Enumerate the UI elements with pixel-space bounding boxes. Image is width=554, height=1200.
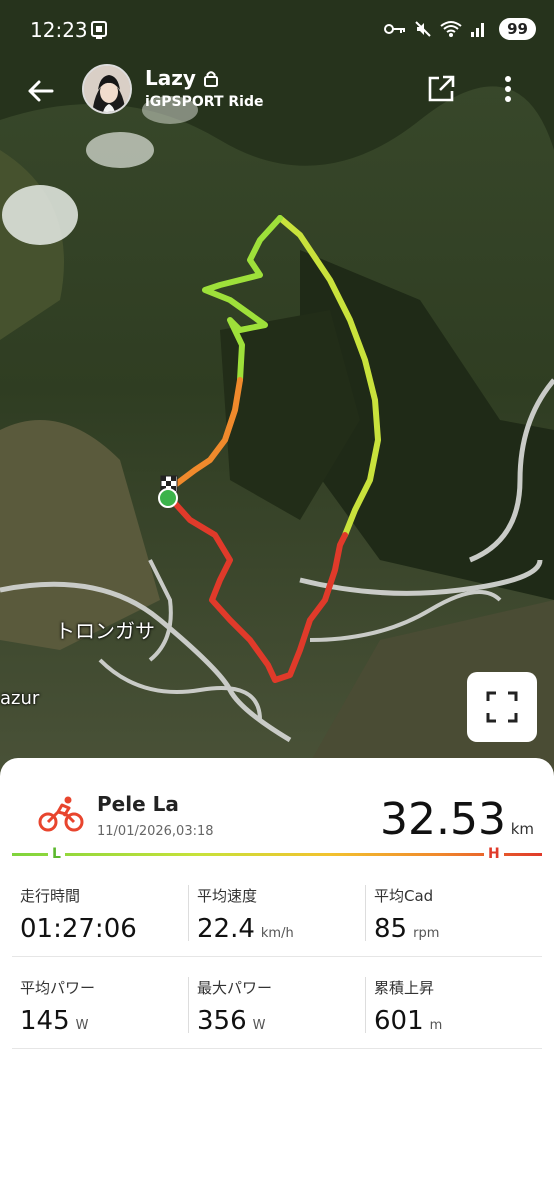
divider (188, 885, 189, 941)
activity-screen: トロンガサ azur 12:23 99 Lazy iGPSPORT Ride P… (0, 0, 554, 1200)
divider (365, 885, 366, 941)
key-icon (384, 24, 405, 34)
distance-value: 32.53 (380, 794, 506, 845)
app-header: Lazy iGPSPORT Ride (0, 60, 554, 120)
stat-label: 最大パワー (197, 979, 273, 997)
stat-value: 601 (374, 1006, 424, 1036)
share-button[interactable] (426, 74, 456, 104)
stat-label: 平均パワー (20, 979, 96, 997)
fullscreen-icon (486, 691, 518, 723)
lock-icon (204, 71, 218, 87)
stat-max-power: 最大パワー 356 W (197, 977, 367, 1057)
activity-summary-sheet: Pele La 11/01/2026,03:18 32.53 km L H 走行… (0, 758, 554, 1200)
stat-total-ascent: 累積上昇 601 m (374, 977, 544, 1057)
stat-label: 平均Cad (374, 887, 434, 905)
stat-label: 走行時間 (20, 887, 81, 905)
status-bar: 12:23 99 (0, 0, 554, 60)
divider (12, 956, 542, 957)
more-options-button[interactable] (496, 72, 520, 106)
stat-unit: W (252, 1018, 266, 1033)
user-subtitle: iGPSPORT Ride (145, 94, 264, 110)
stat-value: 356 (197, 1006, 247, 1036)
activity-name: Pele La (97, 792, 179, 816)
stat-unit: rpm (413, 926, 440, 941)
legend-low-label: L (48, 846, 65, 862)
avatar-image (84, 66, 130, 112)
legend-high-label: H (484, 846, 504, 862)
stat-value: 22.4 (197, 914, 255, 944)
map-place-label: azur (0, 688, 40, 709)
stat-label: 平均速度 (197, 887, 258, 905)
divider (12, 1048, 542, 1049)
stat-unit: W (75, 1018, 89, 1033)
mute-icon (415, 21, 431, 37)
stat-avg-speed: 平均速度 22.4 km/h (197, 885, 367, 965)
divider (188, 977, 189, 1033)
stat-value: 01:27:06 (20, 914, 137, 944)
stat-avg-power: 平均パワー 145 W (20, 977, 190, 1057)
activity-datetime: 11/01/2026,03:18 (97, 824, 214, 839)
route-color-legend (12, 853, 542, 856)
notification-icon (91, 21, 107, 39)
divider (365, 977, 366, 1033)
stat-avg-cadence: 平均Cad 85 rpm (374, 885, 544, 965)
start-marker (158, 488, 178, 508)
stat-unit: m (429, 1018, 443, 1033)
status-time: 12:23 (30, 18, 88, 42)
wifi-icon (440, 21, 462, 37)
stat-label: 累積上昇 (374, 979, 435, 997)
distance-unit: km (510, 820, 534, 838)
cycling-icon (38, 796, 84, 832)
battery-indicator: 99 (499, 18, 536, 40)
back-button[interactable] (24, 74, 58, 108)
signal-icon (471, 23, 484, 37)
user-name: Lazy (145, 66, 196, 90)
avatar[interactable] (82, 64, 132, 114)
fullscreen-button[interactable] (467, 672, 537, 742)
stat-value: 145 (20, 1006, 70, 1036)
stat-unit: km/h (260, 926, 294, 941)
stat-moving-time: 走行時間 01:27:06 (20, 885, 190, 965)
status-icons (384, 20, 486, 38)
map-place-label: トロンガサ (55, 619, 155, 643)
stat-value: 85 (374, 914, 408, 944)
